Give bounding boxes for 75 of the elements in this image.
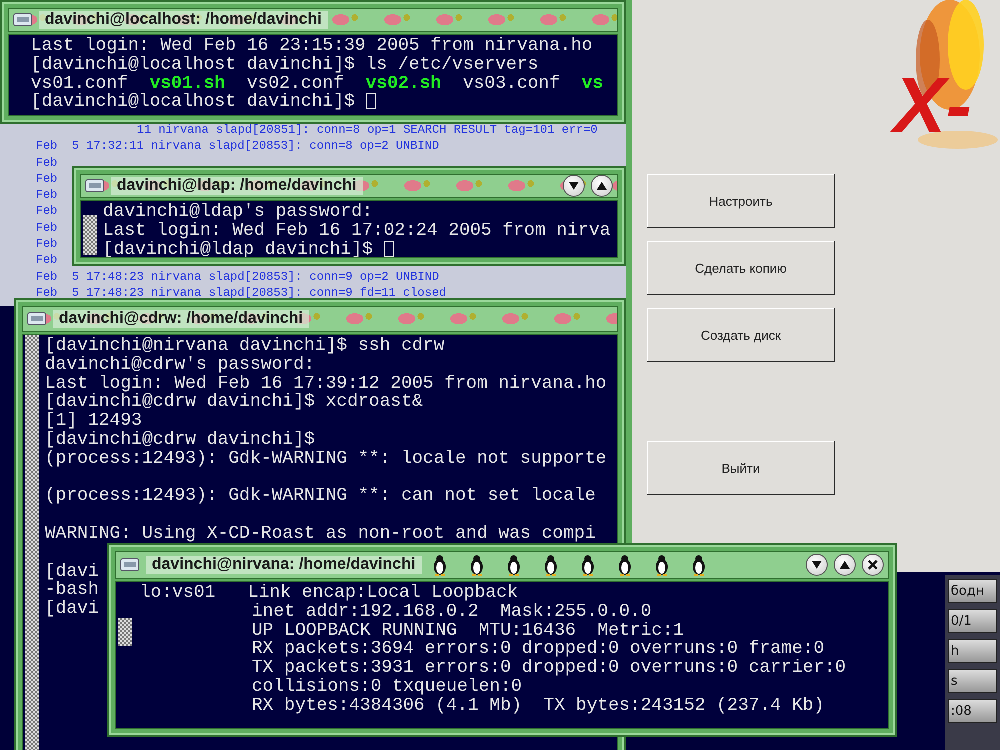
log-line: Feb xyxy=(36,237,58,252)
terminal-line: TX packets:3931 errors:0 dropped:0 overruns:0 carrier:0 xyxy=(252,658,846,678)
file-name: vs02.conf xyxy=(247,74,344,94)
log-line: Feb 5 17:48:23 nirvana slapd[20853]: conn=9 fd=11 closed xyxy=(36,286,446,300)
window-menu-icon[interactable] xyxy=(27,312,47,326)
menu-button[interactable]: Настроить xyxy=(647,174,835,228)
minimize-button[interactable] xyxy=(806,554,828,576)
window-title: davinchi@cdrw: /home/davinchi xyxy=(53,310,310,328)
log-line: Feb 5 17:48:23 nirvana slapd[20853]: conn=9 op=2 UNBIND xyxy=(36,270,440,284)
menu-button[interactable]: Сделать копию xyxy=(647,241,835,295)
terminal-line: [davi xyxy=(45,599,100,620)
terminal-line: [1] 12493 xyxy=(45,411,142,432)
title-bar[interactable]: davinchi@nirvana: /home/davinchi xyxy=(115,551,889,579)
terminal-line: [davinchi@ldap davinchi]$ xyxy=(103,240,374,257)
log-line: Feb xyxy=(36,188,58,202)
terminal-line: Last login: Wed Feb 16 23:15:39 2005 from nirvana.ho xyxy=(31,36,593,56)
panel-button[interactable]: 0/1 xyxy=(948,609,997,633)
window-title: davinchi@nirvana: /home/davinchi xyxy=(146,556,422,574)
menu-button[interactable]: Выйти xyxy=(647,441,835,495)
panel-button[interactable]: :08 xyxy=(948,699,997,723)
close-button[interactable] xyxy=(862,554,884,576)
terminal-line: Last login: Wed Feb 16 17:02:24 2005 from nirva xyxy=(103,220,611,241)
terminal-line: (process:12493): Gdk-WARNING **: locale not supporte xyxy=(45,448,607,469)
terminal-line: [davinchi@localhost davinchi]$ ls /etc/vservers xyxy=(31,54,539,75)
terminal-line: -bash xyxy=(45,580,100,600)
terminal-line: Last login: Wed Feb 16 17:39:12 2005 from nirvana.ho xyxy=(45,374,607,394)
log-line: Feb xyxy=(36,220,58,235)
terminal-line: [davinchi@cdrw davinchi]$ xcdroast& xyxy=(45,392,424,412)
terminal-line: collisions:0 txqueuelen:0 xyxy=(252,676,522,697)
cursor xyxy=(366,93,376,110)
title-bar[interactable]: davinchi@cdrw: /home/davinchi xyxy=(22,306,618,332)
panel-button[interactable]: бодн xyxy=(948,579,997,603)
down-triangle-icon xyxy=(569,182,579,190)
up-triangle-icon xyxy=(840,561,850,569)
file-name: vs01.sh xyxy=(150,74,226,94)
terminal-line: [davinchi@localhost davinchi]$ xyxy=(31,92,356,112)
menu-button[interactable]: Создать диск xyxy=(647,308,835,362)
terminal-line: (process:12493): Gdk-WARNING **: can not set locale xyxy=(45,486,596,506)
terminal-line: [davinchi@cdrw davinchi]$ xyxy=(45,430,316,450)
maximize-button[interactable] xyxy=(591,175,613,197)
terminal-line: [davinchi@nirvana davinchi]$ ssh cdrw xyxy=(45,336,445,356)
cursor xyxy=(384,240,394,257)
terminal-line: lo:vs01 Link encap:Local Loopback xyxy=(140,583,518,603)
window-menu-icon[interactable] xyxy=(85,179,105,193)
terminal-line: inet addr:192.168.0.2 Mask:255.0.0.0 xyxy=(252,602,652,622)
terminal-line: WARNING: Using X-CD-Roast as non-root and was compi xyxy=(45,524,596,544)
log-line: Feb xyxy=(36,253,58,268)
window-title: davinchi@ldap: /home/davinchi xyxy=(111,177,363,195)
terminal-line: davinchi@ldap's password: xyxy=(103,202,374,222)
file-name: vs01.conf xyxy=(31,74,128,94)
terminal-line: [davi xyxy=(45,562,100,582)
log-line: Feb xyxy=(36,172,58,186)
log-line: Feb xyxy=(36,204,58,218)
title-bar[interactable]: davinchi@localhost: /home/davinchi xyxy=(8,8,618,32)
window-menu-icon[interactable] xyxy=(13,13,33,27)
file-name: vs xyxy=(582,74,604,94)
log-line: 11 nirvana slapd[20851]: conn=8 op=1 SEARCH RESULT tag=101 err=0 xyxy=(137,123,598,137)
title-bar[interactable]: davinchi@ldap: /home/davinchi xyxy=(80,174,618,198)
down-triangle-icon xyxy=(812,561,822,569)
log-line: Feb 5 17:32:11 nirvana slapd[20853]: conn=8 op=2 UNBIND xyxy=(36,139,440,154)
minimize-button[interactable] xyxy=(563,175,585,197)
terminal-line: RX packets:3694 errors:0 dropped:0 overruns:0 frame:0 xyxy=(252,639,824,660)
maximize-button[interactable] xyxy=(834,554,856,576)
panel-button[interactable]: s xyxy=(948,669,997,693)
terminal-line: davinchi@cdrw's password: xyxy=(45,354,316,375)
file-name: vs02.sh xyxy=(366,74,442,94)
panel-button[interactable]: h xyxy=(948,639,997,663)
window-menu-icon[interactable] xyxy=(120,558,140,572)
terminal-line: UP LOOPBACK RUNNING MTU:16436 Metric:1 xyxy=(252,620,684,641)
terminal-line: RX bytes:4384306 (4.1 Mb) TX bytes:243152 (237.4 Kb) xyxy=(252,696,824,716)
file-name: vs03.conf xyxy=(463,74,560,94)
window-title: davinchi@localhost: /home/davinchi xyxy=(39,11,328,29)
log-line: Feb xyxy=(36,156,58,170)
close-icon xyxy=(868,560,878,570)
up-triangle-icon xyxy=(597,182,607,190)
